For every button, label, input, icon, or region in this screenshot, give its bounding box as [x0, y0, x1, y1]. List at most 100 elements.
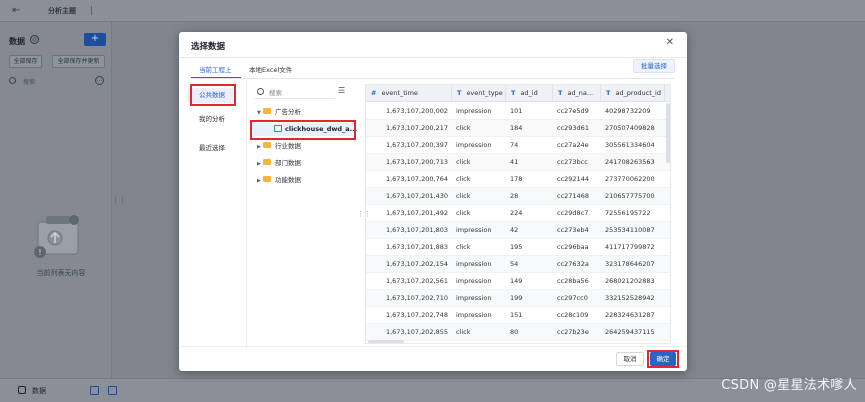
table-cell: click [456, 124, 471, 132]
column-header-label: event_time [381, 89, 418, 97]
table-cell: 270507409828 [605, 124, 655, 132]
table-row: 1,673,107,202,154 impression 54 cc27632a 323… [366, 256, 670, 273]
horizontal-scrollbar[interactable] [368, 340, 404, 343]
tree-table-clickhouse[interactable]: clickhouse_dwd_a... [253, 123, 357, 136]
table-row: 1,673,107,202,748 impression 151 cc28c109 22… [366, 307, 670, 324]
tree-search[interactable]: 搜索 [255, 87, 335, 99]
sidebar-item-my-analysis[interactable]: 我的分析 [188, 112, 236, 127]
column-header[interactable]: Tad_product_id [601, 85, 665, 102]
table-row: 1,673,107,201,803 impression 42 cc273eb4 253… [366, 222, 670, 239]
table-cell: 210657775700 [605, 192, 655, 200]
table-cell: 332152528942 [605, 294, 655, 302]
column-header[interactable]: Tad_id [506, 85, 553, 102]
table-row: 1,673,107,200,002 impression 101 cc27e5d9 40… [366, 103, 670, 120]
tab-local-excel[interactable]: 本地Excel文件 [249, 64, 292, 74]
more-icon[interactable]: … [95, 76, 104, 85]
tree-search-input[interactable]: 搜索 [269, 87, 282, 97]
table-cell: 1,673,107,200,713 [385, 158, 448, 166]
confirm-button[interactable]: 确定 [650, 352, 676, 366]
bottom-tab-data[interactable]: 数据 [18, 383, 76, 399]
table-cell: click [456, 209, 471, 217]
column-header-label: ad_na... [567, 89, 594, 97]
column-header[interactable]: Tad_na... [553, 85, 601, 102]
tree-folder-ad-analysis[interactable]: ▼ 广告分析 [257, 106, 351, 119]
table-cell: 224 [510, 209, 523, 217]
folder-icon [263, 176, 271, 182]
vertical-scrollbar[interactable] [666, 103, 670, 163]
table-cell: 1,673,107,201,803 [385, 226, 448, 234]
save-all-button[interactable]: 全部保存 [9, 55, 42, 68]
table-cell: click [456, 175, 471, 183]
dialog-title: 选择数据 [191, 42, 226, 52]
topic-title: 分析主题 [48, 7, 76, 15]
table-cell: impression [456, 294, 492, 302]
folder-icon [263, 108, 271, 114]
cancel-button[interactable]: 取消 [616, 352, 644, 366]
search-icon [257, 88, 264, 95]
table-cell: impression [456, 226, 492, 234]
data-search-input[interactable]: 搜索 [23, 77, 35, 86]
table-cell: cc292144 [557, 175, 589, 183]
add-sheet-icon[interactable] [90, 386, 99, 395]
table-cell: 178 [510, 175, 523, 183]
table-cell: cc27a24e [557, 141, 589, 149]
column-header[interactable]: # event_time [366, 85, 452, 102]
table-cell: 40298732209 [605, 107, 651, 115]
tab-current-project[interactable]: 当前工程上 [199, 64, 232, 74]
table-cell: 80 [510, 328, 519, 336]
table-cell: 323178646207 [605, 260, 655, 268]
table-row: 1,673,107,200,713 click 41 cc273bcc 24170826… [366, 154, 670, 171]
batch-select-button[interactable]: 批量选择 [633, 59, 675, 73]
table-cell: cc293d61 [557, 124, 589, 132]
folder-icon [263, 159, 271, 165]
tree-folder-department[interactable]: ▶ 部门数据 [257, 157, 351, 170]
table-cell: 41 [510, 158, 519, 166]
table-cell: cc297cc0 [557, 294, 588, 302]
table-cell: 42 [510, 226, 519, 234]
table-cell: 184 [510, 124, 523, 132]
info-icon[interactable]: ◎ [30, 35, 39, 44]
data-source-sidebar: 公共数据 我的分析 最近选择 [179, 79, 247, 349]
text-type-icon: T [606, 89, 611, 97]
sidebar-item-public-data[interactable]: 公共数据 [188, 88, 236, 103]
tree-folder-feature[interactable]: ▶ 功能数据 [257, 174, 351, 187]
data-search[interactable]: 搜索 … [9, 76, 104, 88]
add-data-button[interactable]: + [84, 33, 106, 46]
table-row: 1,673,107,202,855 click 80 cc27b23e 26425943… [366, 324, 670, 341]
column-header-label: ad_id [520, 89, 538, 97]
column-header[interactable]: Tevent_type [452, 85, 506, 102]
table-cell: 411717799872 [605, 243, 655, 251]
table-cell: 1,673,107,202,855 [385, 328, 448, 336]
sidebar-item-recent[interactable]: 最近选择 [188, 141, 236, 156]
table-cell: 305561334604 [605, 141, 655, 149]
tree-folder-industry[interactable]: ▶ 行业数据 [257, 140, 351, 153]
table-cell: 1,673,107,200,397 [385, 141, 448, 149]
table-cell: 1,673,107,200,002 [385, 107, 448, 115]
panel-resize-handle[interactable]: ⋮⋮ [112, 196, 126, 204]
close-icon[interactable]: ✕ [666, 38, 674, 48]
table-cell: click [456, 328, 471, 336]
back-icon[interactable]: ⇤ [12, 5, 24, 17]
number-type-icon: # [371, 89, 377, 97]
table-cell: 101 [510, 107, 523, 115]
table-cell: 1,673,107,200,217 [385, 124, 448, 132]
table-cell: 1,673,107,201,883 [385, 243, 448, 251]
data-panel: 数据 ◎ + 全部保存 全部保存并更新 搜索 … ! 当前列表无内容 [0, 22, 112, 378]
text-type-icon: T [457, 89, 462, 97]
table-cell: impression [456, 141, 492, 149]
svg-text:!: ! [38, 248, 41, 257]
table-row: 1,673,107,201,430 click 28 cc271468 21065777… [366, 188, 670, 205]
table-cell: cc271468 [557, 192, 589, 200]
table-cell: impression [456, 107, 492, 115]
filter-icon[interactable]: ☰ [338, 86, 349, 96]
table-cell: click [456, 158, 471, 166]
tree-node-label: clickhouse_dwd_a... [285, 125, 358, 133]
empty-list-text: 当前列表无内容 [36, 269, 86, 277]
table-cell: click [456, 192, 471, 200]
save-all-update-button[interactable]: 全部保存并更新 [52, 55, 105, 68]
add-dashboard-icon[interactable] [108, 386, 117, 395]
table-row: 1,673,107,200,764 click 178 cc292144 2737700… [366, 171, 670, 188]
table-cell: 268021202883 [605, 277, 655, 285]
table-cell: cc27b23e [557, 328, 589, 336]
text-type-icon: T [511, 89, 516, 97]
